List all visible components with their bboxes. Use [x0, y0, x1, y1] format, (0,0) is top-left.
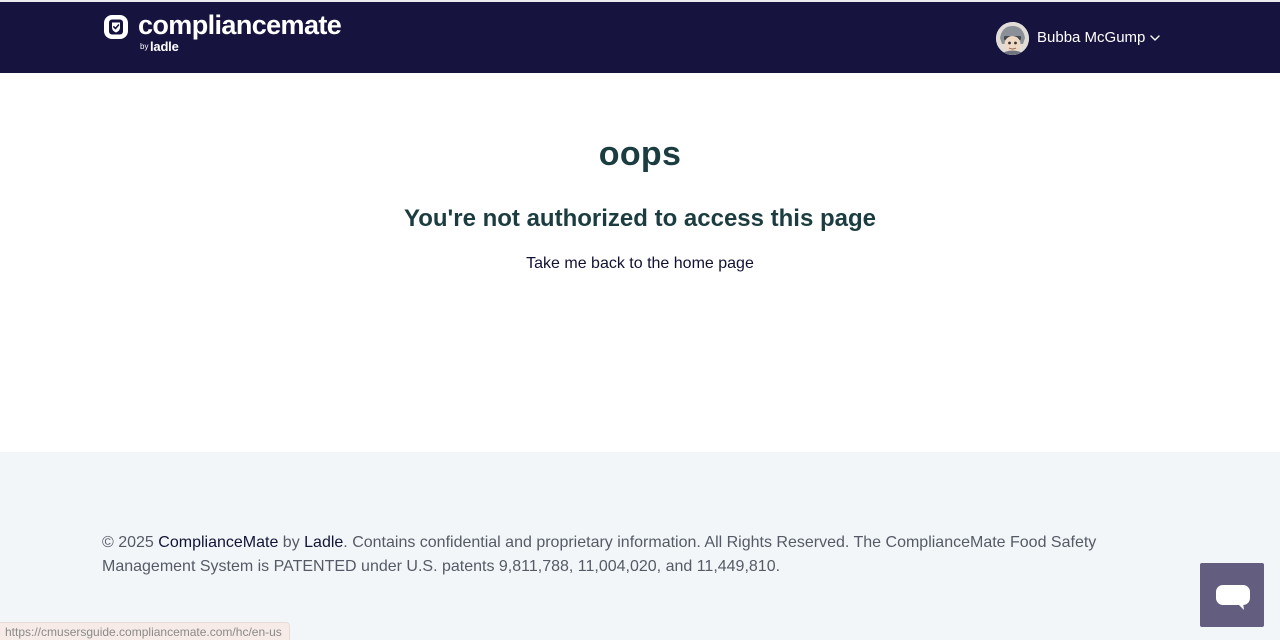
company-name: ComplianceMate — [158, 534, 279, 551]
logo-by-text: by — [140, 42, 149, 51]
avatar — [996, 22, 1029, 55]
chevron-down-icon — [1150, 35, 1160, 41]
user-name: Bubba McGump — [1037, 29, 1146, 46]
copyright-prefix: © 2025 — [102, 534, 159, 551]
status-bar-url: https://cmusersguide.compliancemate.com/… — [0, 622, 290, 640]
page-title: oops — [598, 135, 682, 173]
error-message: You're not authorized to access this pag… — [403, 205, 877, 232]
page: compliancemate by ladle Bubba McGump oop… — [0, 0, 1280, 640]
logo-ladle-text: ladle — [150, 39, 179, 54]
footer: © 2025 ComplianceMate by Ladle. Contains… — [0, 452, 1280, 640]
main-content: oops You're not authorized to access thi… — [0, 73, 1280, 452]
by-text: by — [278, 534, 305, 551]
home-page-link[interactable]: Take me back to the home page — [526, 255, 754, 272]
top-nav: compliancemate by ladle Bubba McGump — [0, 2, 1280, 73]
chat-button[interactable] — [1200, 563, 1264, 627]
shield-badge-icon — [104, 15, 128, 39]
user-menu-button[interactable]: Bubba McGump — [996, 22, 1166, 56]
parent-company: Ladle — [304, 534, 344, 551]
avatar-image — [996, 22, 1029, 55]
compliancemate-logo[interactable]: compliancemate by ladle — [102, 10, 372, 60]
logo-wordmark: compliancemate — [138, 10, 342, 40]
footer-copyright: © 2025 ComplianceMate by Ladle. Contains… — [102, 531, 1122, 579]
chat-bubble-icon — [1216, 585, 1250, 610]
home-link-wrapper: Take me back to the home page — [0, 255, 1280, 273]
